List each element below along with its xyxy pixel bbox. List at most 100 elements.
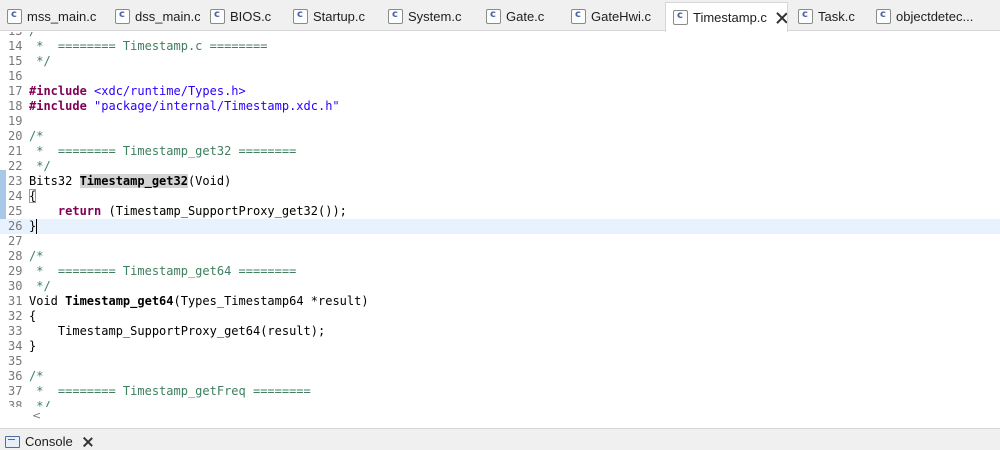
- line-number: 32: [8, 309, 23, 323]
- code-token: /*: [29, 249, 44, 263]
- tab-dss-main[interactable]: dss_main.c: [108, 2, 200, 31]
- line-number: 30: [8, 279, 23, 293]
- close-icon[interactable]: [775, 11, 787, 25]
- code-line[interactable]: 38 */: [0, 399, 1000, 407]
- code-token: Timestamp_get32: [79, 174, 188, 188]
- scroll-left-arrow[interactable]: <: [32, 409, 41, 422]
- code-line[interactable]: 21 * ======== Timestamp_get32 ========: [0, 144, 1000, 159]
- code-token: (Timestamp_SupportProxy_get32());: [101, 204, 347, 218]
- code-token: Bits32: [29, 174, 80, 188]
- code-line[interactable]: 22 */: [0, 159, 1000, 174]
- code-line[interactable]: 20 /*: [0, 129, 1000, 144]
- code-token: {: [29, 309, 37, 323]
- line-number: 26: [8, 219, 23, 233]
- code-token: "package/internal/Timestamp.xdc.h": [86, 99, 340, 113]
- line-number: 29: [8, 264, 23, 278]
- tab-gatehwi[interactable]: GateHwi.c: [564, 2, 661, 31]
- line-number: 34: [8, 339, 23, 353]
- editor-tab-bar: mss_main.c dss_main.c BIOS.c Startup.c S…: [0, 0, 1000, 32]
- tab-label: BIOS.c: [230, 9, 272, 24]
- tab-system[interactable]: System.c: [381, 2, 476, 31]
- tab-mss-main[interactable]: mss_main.c: [0, 2, 105, 31]
- code-line[interactable]: 25 return (Timestamp_SupportProxy_get32(…: [0, 204, 1000, 219]
- line-number: 21: [8, 144, 23, 158]
- tab-label: Gate.c: [506, 9, 545, 24]
- tab-label: dss_main.c: [135, 9, 200, 24]
- code-line[interactable]: 35: [0, 354, 1000, 369]
- code-line[interactable]: 28 /*: [0, 249, 1000, 264]
- tab-objectdetection[interactable]: objectdetec...: [869, 2, 1000, 31]
- tab-task[interactable]: Task.c: [791, 2, 866, 31]
- tab-bios[interactable]: BIOS.c: [203, 2, 283, 31]
- code-token: Void: [29, 294, 66, 308]
- c-file-icon: [293, 9, 308, 24]
- tab-label: mss_main.c: [27, 9, 97, 24]
- code-text: /*: [29, 129, 43, 144]
- line-number: 20: [8, 129, 23, 143]
- code-line[interactable]: 14 * ======== Timestamp.c ========: [0, 39, 1000, 54]
- code-text: /*: [29, 369, 43, 384]
- c-file-icon: [210, 9, 225, 24]
- c-file-icon: [571, 9, 586, 24]
- code-text: */: [29, 159, 51, 174]
- code-token: */: [29, 54, 51, 68]
- code-token: (Void): [187, 174, 232, 188]
- code-line[interactable]: 31 Void Timestamp_get64(Types_Timestamp64…: [0, 294, 1000, 309]
- tab-console[interactable]: Console: [0, 432, 94, 450]
- tab-timestamp[interactable]: Timestamp.c: [665, 2, 788, 32]
- code-line[interactable]: 34}: [0, 339, 1000, 354]
- line-number: 35: [8, 354, 23, 368]
- horizontal-scrollbar[interactable]: <: [0, 407, 1000, 423]
- code-text: */: [29, 279, 50, 294]
- tab-label: Startup.c: [313, 9, 366, 24]
- code-token: * ======== Timestamp_getFreq ========: [29, 384, 311, 398]
- code-token: */: [29, 159, 51, 173]
- code-line[interactable]: 33 Timestamp_SupportProxy_get64(result);: [0, 324, 1000, 339]
- code-line[interactable]: 36 /*: [0, 369, 1000, 384]
- line-number: 13: [8, 32, 28, 39]
- code-text: {: [29, 309, 36, 324]
- code-token: * ======== Timestamp_get64 ========: [29, 264, 297, 278]
- code-token: (Types_Timestamp64 *result): [173, 294, 369, 308]
- line-number: 14: [8, 39, 23, 53]
- c-file-icon: [388, 9, 403, 24]
- code-line[interactable]: 30 */: [0, 279, 1000, 294]
- tab-label: Task.c: [818, 9, 855, 24]
- code-line[interactable]: 37 * ======== Timestamp_getFreq ========: [0, 384, 1000, 399]
- code-line[interactable]: 15 */: [0, 54, 1000, 69]
- code-editor[interactable]: 13/*14 * ======== Timestamp.c ========15…: [0, 32, 1000, 407]
- code-line[interactable]: 32 {: [0, 309, 1000, 324]
- code-line[interactable]: 23 Bits32 Timestamp_get32(Void): [0, 174, 1000, 189]
- code-line[interactable]: 24 {: [0, 189, 1000, 204]
- code-line[interactable]: 29 * ======== Timestamp_get64 ========: [0, 264, 1000, 279]
- line-number: 23: [8, 174, 23, 188]
- code-line[interactable]: 19: [0, 114, 1000, 129]
- code-text: * ======== Timestamp_getFreq ========: [29, 384, 311, 399]
- code-line[interactable]: 17 #include <xdc/runtime/Types.h>: [0, 84, 1000, 99]
- code-text: * ======== Timestamp.c ========: [29, 39, 267, 54]
- code-line[interactable]: 26}: [0, 219, 1000, 234]
- tab-startup[interactable]: Startup.c: [286, 2, 378, 31]
- code-text: return (Timestamp_SupportProxy_get32());: [29, 204, 347, 219]
- code-text: * ======== Timestamp_get32 ========: [29, 144, 296, 159]
- code-token: * ======== Timestamp_get32 ========: [29, 144, 297, 158]
- code-token: */: [29, 399, 51, 407]
- code-token: * ======== Timestamp.c ========: [29, 39, 268, 53]
- tab-gate[interactable]: Gate.c: [479, 2, 561, 31]
- tab-label: objectdetec...: [896, 9, 974, 24]
- code-line[interactable]: 27: [0, 234, 1000, 249]
- code-token: <xdc/runtime/Types.h>: [86, 84, 246, 98]
- close-icon[interactable]: [82, 436, 94, 448]
- code-text: /*: [29, 249, 43, 264]
- c-file-icon: [798, 9, 813, 24]
- code-text: Timestamp_SupportProxy_get64(result);: [29, 324, 325, 339]
- code-text: Void Timestamp_get64(Types_Timestamp64 *…: [29, 294, 369, 309]
- line-number: 19: [8, 114, 23, 128]
- text-caret: [36, 219, 37, 234]
- code-line[interactable]: 18 #include "package/internal/Timestamp.x…: [0, 99, 1000, 114]
- code-line[interactable]: 13/*: [0, 32, 1000, 39]
- code-text: {: [29, 189, 37, 204]
- tab-label: GateHwi.c: [591, 9, 651, 24]
- code-line[interactable]: 16: [0, 69, 1000, 84]
- line-number: 17: [8, 84, 23, 98]
